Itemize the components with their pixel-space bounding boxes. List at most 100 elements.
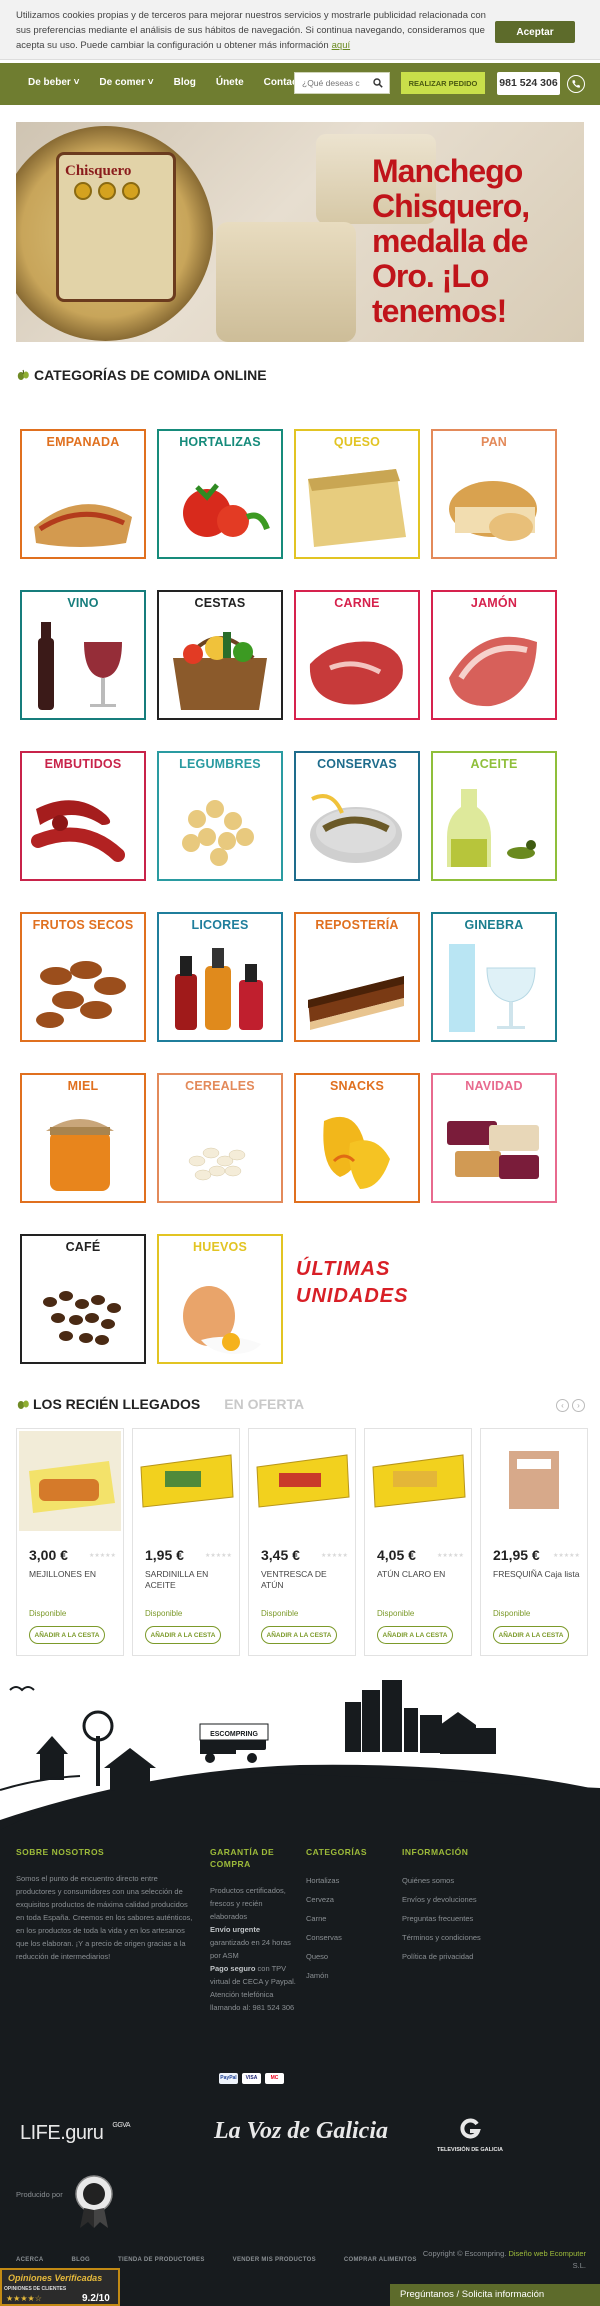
search-icon[interactable] xyxy=(373,78,383,88)
availability-status: Disponible xyxy=(261,1609,299,1618)
verified-opinions-badge[interactable]: Opiniones Verificadas OPINIONES DE CLIEN… xyxy=(0,2268,120,2306)
paypal-icon: PayPal xyxy=(219,2073,238,2084)
footer-link-tienda[interactable]: TIENDA DE PRODUCTORES xyxy=(118,2257,205,2263)
cookie-accept-button[interactable]: Aceptar xyxy=(495,21,575,43)
copyright-link[interactable]: Diseño web Ecomputer xyxy=(508,2249,586,2258)
category-tile-cafe[interactable]: CAFÉ xyxy=(20,1234,146,1364)
footer-link-vender[interactable]: VENDER MIS PRODUCTOS xyxy=(233,2257,316,2263)
hero-banner[interactable]: Chisquero Manchego Chisquero, medalla de… xyxy=(16,122,584,342)
footer-category-link[interactable]: Conservas xyxy=(306,1931,386,1944)
la-voz-de-galicia-logo[interactable]: La Voz de Galicia xyxy=(214,2118,388,2145)
category-tile-navidad[interactable]: NAVIDAD xyxy=(431,1073,557,1203)
carousel-next-button[interactable]: › xyxy=(572,1399,585,1412)
footer-info-link[interactable]: Preguntas frecuentes xyxy=(402,1912,532,1925)
footer-info-link[interactable]: Política de privacidad xyxy=(402,1950,532,1963)
product-name[interactable]: ATÚN CLARO EN xyxy=(377,1569,465,1580)
product-image[interactable] xyxy=(367,1431,469,1531)
category-tile-snacks[interactable]: SNACKS xyxy=(294,1073,420,1203)
add-to-cart-button[interactable]: AÑADIR A LA CESTA xyxy=(493,1626,569,1644)
product-card[interactable]: 21,95 € ★★★★★ FRESQUIÑA Caja lista Disponib… xyxy=(480,1428,588,1656)
footer-about-title: SOBRE NOSOTROS xyxy=(16,1847,105,1857)
tab-offer[interactable]: EN OFERTA xyxy=(224,1396,304,1412)
category-tile-aceite[interactable]: ACEITE xyxy=(431,751,557,881)
category-image xyxy=(304,779,410,873)
nav-item-blog[interactable]: Blog xyxy=(174,77,196,88)
phone-number: 981 524 306 xyxy=(497,72,560,95)
category-image xyxy=(167,1101,273,1195)
footer-about-text: Somos el punto de encuentro directo entr… xyxy=(16,1874,193,1961)
chat-widget-button[interactable]: Pregúntanos / Solicita información xyxy=(390,2284,600,2306)
opinions-title: Opiniones Verificadas xyxy=(8,2273,103,2283)
footer-link-comprar[interactable]: COMPRAR ALIMENTOS xyxy=(344,2257,417,2263)
search-input[interactable] xyxy=(295,73,367,93)
product-image[interactable] xyxy=(19,1431,121,1531)
cookie-more-info-link[interactable]: aquí xyxy=(332,40,351,51)
category-tile-huevos[interactable]: HUEVOS xyxy=(157,1234,283,1364)
rating-stars-icon: ★★★★★ xyxy=(437,1553,464,1559)
category-tile-empanada[interactable]: EMPANADA xyxy=(20,429,146,559)
product-image[interactable] xyxy=(483,1431,585,1531)
olive-leaf-icon xyxy=(17,1400,29,1409)
product-card[interactable]: 3,45 € ★★★★★ VENTRESCA DE ATÚN Disponible AÑ… xyxy=(248,1428,356,1656)
footer-info-link[interactable]: Quiénes somos xyxy=(402,1874,532,1887)
category-tile-legumbres[interactable]: LEGUMBRES xyxy=(157,751,283,881)
life-guru-logo[interactable]: LIFE.guru GGVA xyxy=(20,2122,131,2145)
category-tile-reposteria[interactable]: REPOSTERÍA xyxy=(294,912,420,1042)
nav-item-unete[interactable]: Únete xyxy=(216,77,244,88)
product-image[interactable] xyxy=(135,1431,237,1531)
category-tile-conservas[interactable]: CONSERVAS xyxy=(294,751,420,881)
category-image xyxy=(30,1101,136,1195)
add-to-cart-button[interactable]: AÑADIR A LA CESTA xyxy=(145,1626,221,1644)
footer-info-link[interactable]: Envíos y devoluciones xyxy=(402,1893,532,1906)
footer-category-link[interactable]: Jamón xyxy=(306,1969,386,1982)
category-tile-hortalizas[interactable]: HORTALIZAS xyxy=(157,429,283,559)
cookie-text: Utilizamos cookies propias y de terceros… xyxy=(16,8,486,53)
footer-link-blog[interactable]: BLOG xyxy=(71,2257,90,2263)
rating-stars-icon: ★★★★★ xyxy=(89,1553,116,1559)
product-image[interactable] xyxy=(251,1431,353,1531)
footer-category-link[interactable]: Hortalizas xyxy=(306,1874,386,1887)
category-label: CESTAS xyxy=(194,596,246,610)
product-card[interactable]: 4,05 € ★★★★★ ATÚN CLARO EN Disponible AÑADIR… xyxy=(364,1428,472,1656)
carousel-prev-button[interactable]: ‹ xyxy=(556,1399,569,1412)
category-tile-licores[interactable]: LICORES xyxy=(157,912,283,1042)
tab-recent[interactable]: LOS RECIÉN LLEGADOS xyxy=(16,1396,200,1412)
footer-info-link[interactable]: Términos y condiciones xyxy=(402,1931,532,1944)
product-name[interactable]: MEJILLONES EN xyxy=(29,1569,117,1580)
nav-item-de-beber[interactable]: De beber ˅ xyxy=(28,77,79,88)
category-tile-queso[interactable]: QUESO xyxy=(294,429,420,559)
category-tile-ginebra[interactable]: GINEBRA xyxy=(431,912,557,1042)
category-tile-frutos-secos[interactable]: FRUTOS SECOS xyxy=(20,912,146,1042)
category-tile-cestas[interactable]: CESTAS xyxy=(157,590,283,720)
nav-item-de-comer[interactable]: De comer ˅ xyxy=(99,77,153,88)
category-tile-embutidos[interactable]: EMBUTIDOS xyxy=(20,751,146,881)
product-price: 4,05 € xyxy=(377,1547,416,1563)
category-tile-pan[interactable]: PAN xyxy=(431,429,557,559)
category-label: HORTALIZAS xyxy=(179,435,261,449)
add-to-cart-button[interactable]: AÑADIR A LA CESTA xyxy=(377,1626,453,1644)
category-tile-miel[interactable]: MIEL xyxy=(20,1073,146,1203)
category-tile-jamon[interactable]: JAMÓN xyxy=(431,590,557,720)
product-name[interactable]: SARDINILLA EN ACEITE xyxy=(145,1569,233,1591)
phone-icon[interactable] xyxy=(567,75,585,93)
footer-category-link[interactable]: Carne xyxy=(306,1912,386,1925)
product-name[interactable]: FRESQUIÑA Caja lista xyxy=(493,1569,581,1580)
ultimas-unidades-link[interactable]: ÚLTIMAS UNIDADES xyxy=(296,1256,426,1310)
add-to-cart-button[interactable]: AÑADIR A LA CESTA xyxy=(261,1626,337,1644)
category-image xyxy=(167,457,273,551)
footer-link-acerca[interactable]: ACERCA xyxy=(16,2257,43,2263)
product-card[interactable]: 3,00 € ★★★★★ MEJILLONES EN Disponible AÑADIR… xyxy=(16,1428,124,1656)
place-order-button[interactable]: REALIZAR PEDIDO xyxy=(401,72,485,94)
category-label: LICORES xyxy=(191,918,249,932)
category-tile-vino[interactable]: VINO xyxy=(20,590,146,720)
guarantee-text-1: Productos certificados, frescos y recién… xyxy=(210,1886,286,1921)
footer-category-link[interactable]: Queso xyxy=(306,1950,386,1963)
medal-icon xyxy=(98,182,116,200)
add-to-cart-button[interactable]: AÑADIR A LA CESTA xyxy=(29,1626,105,1644)
product-name[interactable]: VENTRESCA DE ATÚN xyxy=(261,1569,349,1591)
category-tile-carne[interactable]: CARNE xyxy=(294,590,420,720)
footer-category-link[interactable]: Cerveza xyxy=(306,1893,386,1906)
product-card[interactable]: 1,95 € ★★★★★ SARDINILLA EN ACEITE Disponibl… xyxy=(132,1428,240,1656)
category-tile-cereales[interactable]: CEREALES xyxy=(157,1073,283,1203)
tvg-logo[interactable]: TELEVISIÓN DE GALICIA xyxy=(430,2118,510,2153)
